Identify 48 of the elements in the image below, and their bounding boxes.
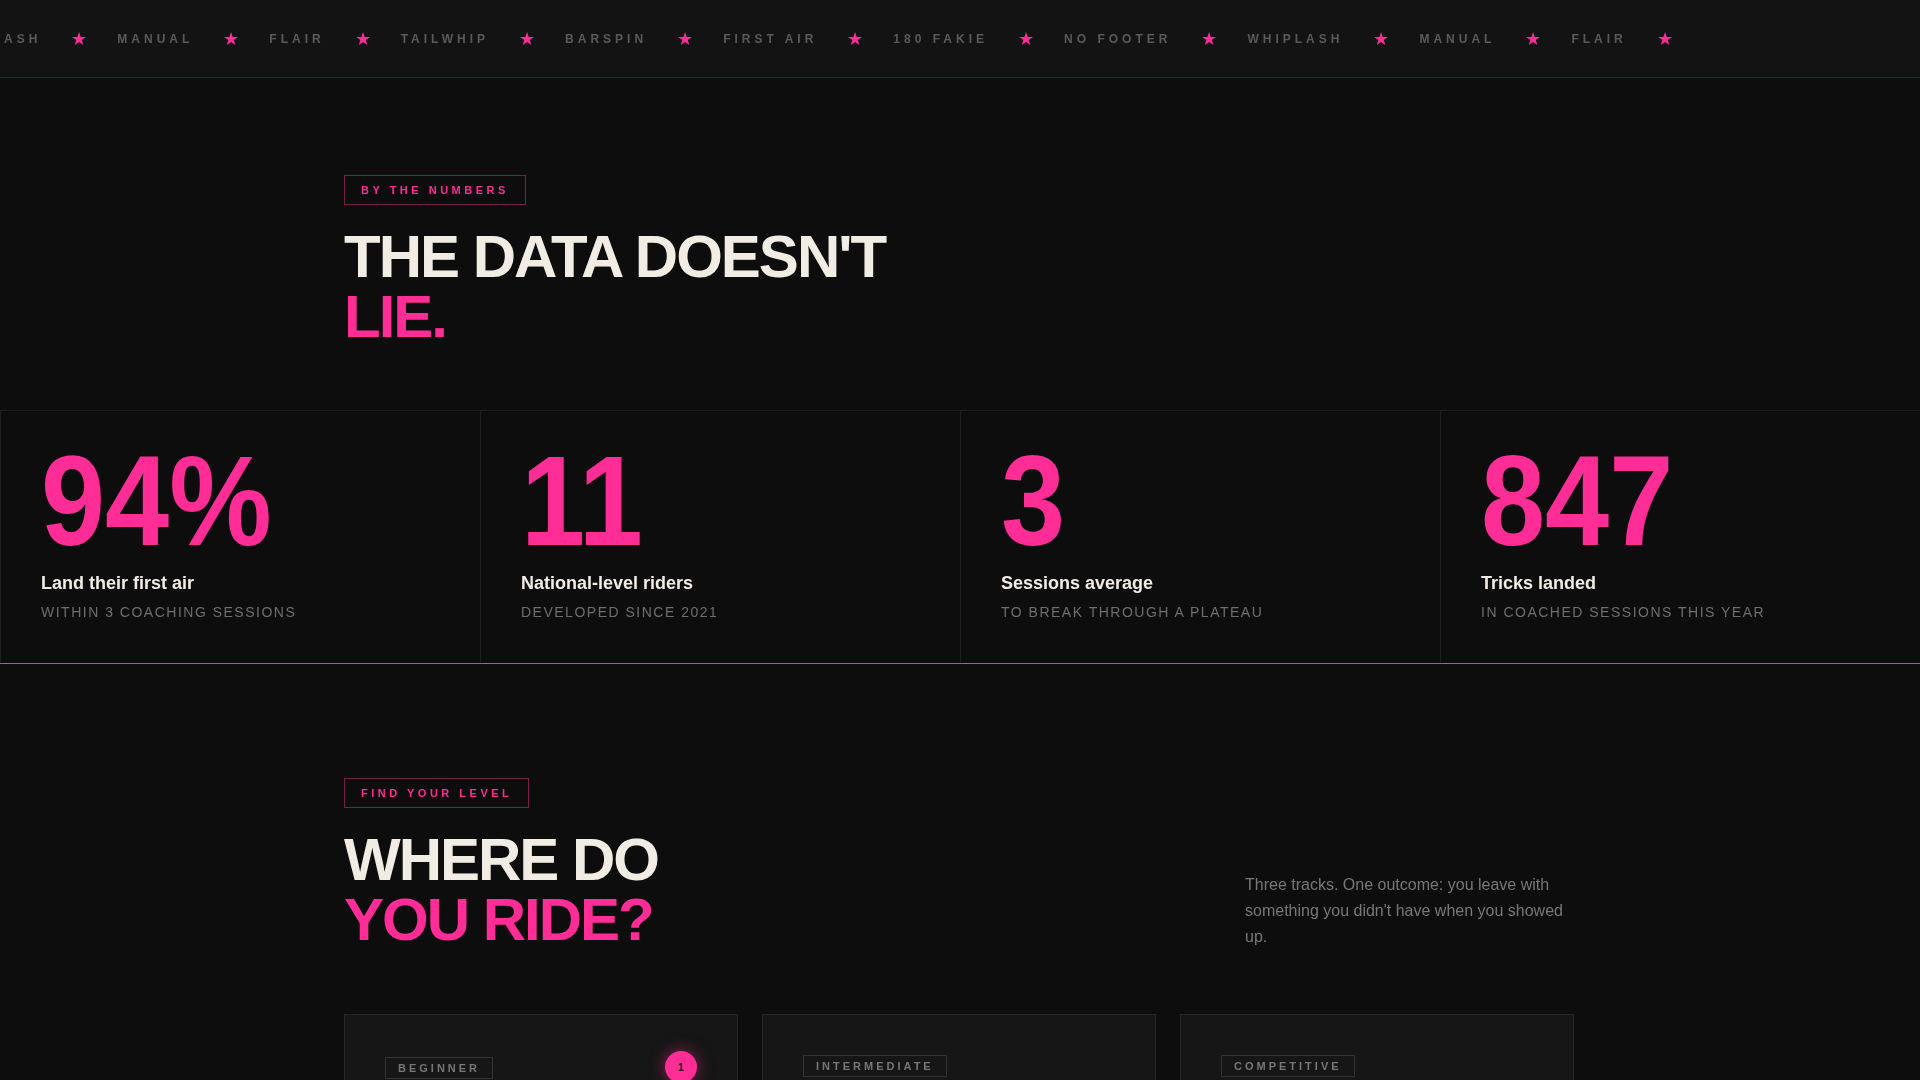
ticker-text: TAILWHIP: [400, 31, 490, 46]
star-icon: ★: [677, 27, 694, 50]
level-tag: COMPETITIVE: [1221, 1055, 1355, 1077]
stat-caption: DEVELOPED SINCE 2021: [521, 604, 720, 620]
section-description: Three tracks. One outcome: you leave with something you didn't have when you showed up.: [1245, 875, 1564, 947]
track-card[interactable]: INTERMEDIATE: [762, 1014, 1156, 1080]
track-card[interactable]: COMPETITIVE: [1180, 1014, 1574, 1080]
ticker-text: NO FOOTER: [1064, 31, 1172, 46]
section-tag: FIND YOUR LEVEL: [344, 778, 530, 808]
ticker-text: MANUAL: [1419, 31, 1496, 46]
track-card[interactable]: BEGINNER 1: [344, 1014, 738, 1080]
ticker-text: MANUAL: [117, 31, 194, 46]
section-heading-accent: YOU RIDE?: [344, 890, 654, 950]
stat-label: Sessions average: [1001, 573, 1155, 594]
star-icon: ★: [71, 27, 88, 50]
stat-value: 94%: [41, 441, 272, 561]
ticker-text: FLAIR: [269, 31, 325, 46]
stat-value: 3: [1001, 441, 1066, 561]
star-icon: ★: [519, 27, 536, 50]
stat-value: 11: [521, 441, 643, 561]
stat-label: Land their first air: [41, 573, 196, 594]
star-icon: ★: [1373, 27, 1390, 50]
level-tag: BEGINNER: [385, 1057, 494, 1079]
ticker-text: ASH: [4, 31, 42, 46]
ticker-text: 180 FAKIE: [893, 31, 989, 46]
star-icon: ★: [223, 27, 240, 50]
section-tag: BY THE NUMBERS: [344, 175, 526, 205]
stat-caption: IN COACHED SESSIONS THIS YEAR: [1481, 604, 1767, 620]
star-icon: ★: [1018, 27, 1035, 50]
stat-caption: TO BREAK THROUGH A PLATEAU: [1001, 604, 1265, 620]
star-icon: ★: [1656, 27, 1673, 50]
ticker-text: FLAIR: [1571, 31, 1627, 46]
section-heading: THE DATA DOESN'T: [344, 227, 887, 287]
ticker-text: FIRST AIR: [723, 31, 818, 46]
section-heading-accent: LIE.: [344, 287, 447, 347]
star-icon: ★: [847, 27, 864, 50]
stat-caption: WITHIN 3 COACHING SESSIONS: [41, 604, 298, 620]
star-icon: ★: [354, 27, 371, 50]
stat-label: Tricks landed: [1481, 573, 1598, 594]
stat-label: National-level riders: [521, 573, 695, 594]
star-icon: ★: [1525, 27, 1542, 50]
level-tag: INTERMEDIATE: [803, 1055, 947, 1077]
ticker-text: WHIPLASH: [1247, 31, 1344, 46]
ticker-text: BARSPIN: [565, 31, 648, 46]
star-icon: ★: [1201, 27, 1218, 50]
stat-value: 847: [1481, 441, 1674, 561]
section-heading: WHERE DO: [344, 830, 658, 890]
number-badge: 1: [665, 1051, 697, 1080]
